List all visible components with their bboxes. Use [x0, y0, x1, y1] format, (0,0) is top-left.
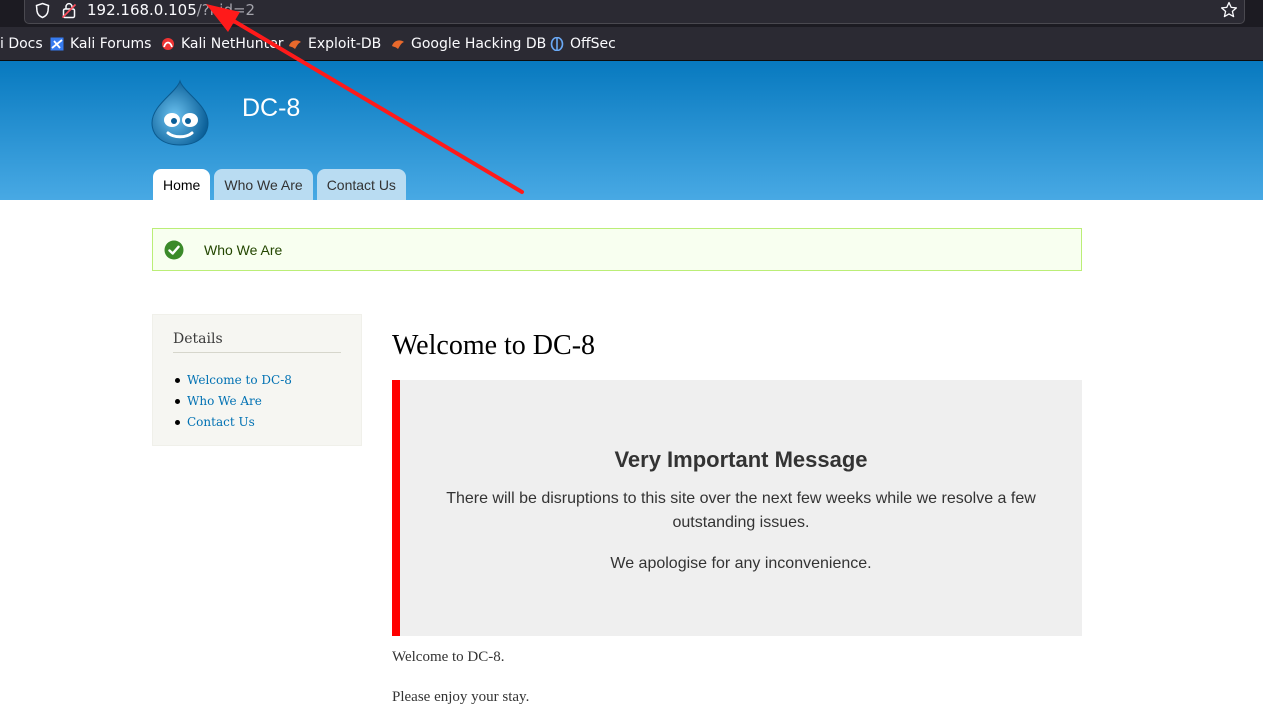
bookmark-kali-nethunter[interactable]: Kali NetHunter — [161, 36, 283, 52]
status-message: Who We Are — [152, 228, 1082, 271]
sidebar-link-welcome[interactable]: Welcome to DC-8 — [175, 370, 292, 391]
sidebar-details-block: Details Welcome to DC-8 Who We Are Conta… — [152, 314, 362, 446]
success-check-icon — [164, 240, 184, 260]
tracking-shield-icon[interactable] — [34, 2, 51, 19]
kali-dragon-icon — [50, 37, 64, 51]
notice-heading: Very Important Message — [614, 447, 868, 472]
bookmark-label: OffSec — [570, 36, 616, 52]
sidebar-link-who-we-are[interactable]: Who We Are — [175, 391, 292, 412]
ghdb-icon — [392, 40, 404, 49]
drupal-logo-icon[interactable] — [150, 79, 210, 147]
bookmark-offsec[interactable]: OffSec — [550, 36, 616, 52]
url-host: 192.168.0.105 — [87, 1, 197, 19]
browser-toolbar: 192.168.0.105/?nid=2 — [0, 0, 1263, 27]
bookmark-label: Kali NetHunter — [181, 36, 284, 52]
sidebar-menu: Welcome to DC-8 Who We Are Contact Us — [175, 370, 292, 433]
address-bar[interactable]: 192.168.0.105/?nid=2 — [24, 0, 1245, 24]
bookmark-label: Exploit-DB — [308, 36, 382, 52]
main-menu: Home Who We Are Contact Us — [153, 169, 406, 200]
bookmark-google-hacking-db[interactable]: Google Hacking DB — [391, 36, 546, 52]
site-header: DC-8 Home Who We Are Contact Us — [0, 61, 1263, 200]
tab-contact-us[interactable]: Contact Us — [316, 169, 406, 200]
page-title: Welcome to DC-8 — [392, 330, 596, 361]
body-paragraph-2: Please enjoy your stay. — [392, 689, 530, 705]
tab-home[interactable]: Home — [153, 169, 211, 200]
bookmark-kali-docs[interactable]: i Docs — [0, 36, 43, 52]
bookmark-exploit-db[interactable]: Exploit-DB — [288, 36, 381, 52]
important-message-box: Very Important Message There will be dis… — [392, 380, 1082, 636]
notice-line-2: We apologise for any inconvenience. — [610, 555, 872, 572]
bookmark-star-icon[interactable] — [1220, 1, 1238, 19]
status-text: Who We Are — [204, 242, 283, 258]
nethunter-icon — [162, 38, 174, 50]
bookmark-kali-forums[interactable]: Kali Forums — [50, 36, 151, 52]
offsec-icon — [550, 37, 564, 51]
body-paragraph-1: Welcome to DC-8. — [392, 649, 505, 665]
bookmarks-toolbar: i Docs Kali Forums Kali NetHunter Exploi… — [0, 27, 1263, 61]
exploit-db-icon — [289, 40, 301, 49]
site-name[interactable]: DC-8 — [242, 94, 300, 123]
url-text[interactable]: 192.168.0.105/?nid=2 — [87, 1, 255, 19]
bookmark-label: Google Hacking DB — [411, 36, 547, 52]
sidebar-link-contact-us[interactable]: Contact Us — [175, 412, 292, 433]
notice-line-1: There will be disruptions to this site o… — [446, 490, 1036, 531]
bookmark-label: i Docs — [0, 36, 43, 52]
url-path: /?nid=2 — [196, 1, 256, 19]
insecure-lock-icon[interactable] — [61, 2, 77, 19]
sidebar-title: Details — [173, 331, 341, 353]
tab-who-we-are[interactable]: Who We Are — [214, 169, 313, 200]
bookmark-label: Kali Forums — [70, 36, 152, 52]
